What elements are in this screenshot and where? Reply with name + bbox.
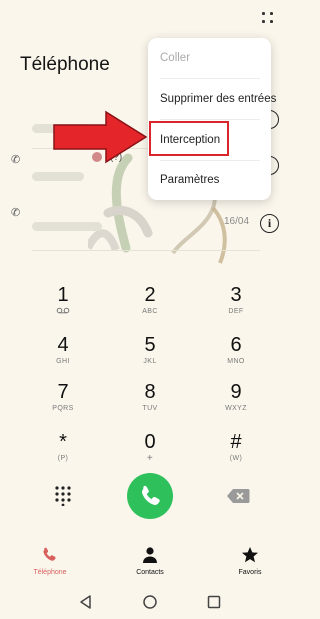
- key-digit: 2: [144, 284, 156, 306]
- key-letters: GHI: [56, 358, 70, 365]
- key-1[interactable]: 1: [31, 283, 95, 331]
- key-letters: JKL: [143, 358, 157, 365]
- system-recents-button[interactable]: [205, 593, 223, 611]
- key-digit: 0: [144, 431, 156, 453]
- key-0[interactable]: 0 +: [118, 430, 182, 478]
- red-arrow-icon: [53, 110, 148, 164]
- backspace-icon: [227, 489, 250, 503]
- key-6[interactable]: 6 MNO: [204, 333, 268, 381]
- key-3[interactable]: 3 DEF: [204, 283, 268, 331]
- info-icon[interactable]: i: [260, 214, 279, 233]
- recent-call-row[interactable]: ✆ i: [0, 200, 300, 244]
- key-7[interactable]: 7 PQRS: [31, 380, 95, 428]
- dialpad-icon: [55, 486, 71, 507]
- key-digit: 6: [230, 334, 242, 356]
- incoming-call-icon: ✆: [11, 154, 21, 166]
- key-letters: (P): [57, 455, 69, 462]
- key-digit: 4: [57, 334, 69, 356]
- dialpad-toggle-button[interactable]: [52, 484, 74, 507]
- key-letters: WXYZ: [225, 405, 247, 412]
- menu-item-coller[interactable]: Coller: [160, 38, 266, 78]
- system-home-button[interactable]: [141, 593, 159, 611]
- tab-telephone[interactable]: Téléphone: [15, 544, 85, 580]
- tab-contacts[interactable]: Contacts: [115, 544, 185, 580]
- contacts-icon: [143, 547, 157, 563]
- key-letters: (W): [229, 455, 243, 462]
- phone-icon: [43, 547, 56, 561]
- key-2[interactable]: 2 ABC: [118, 283, 182, 331]
- backspace-button[interactable]: [226, 488, 250, 504]
- key-digit: 3: [230, 284, 242, 306]
- phone-icon: [141, 485, 160, 506]
- key-4[interactable]: 4 GHI: [31, 333, 95, 381]
- key-digit: 9: [230, 381, 242, 403]
- tab-label: Favoris: [238, 569, 262, 576]
- key-letters: TUV: [142, 405, 158, 412]
- more-options-button[interactable]: [256, 8, 282, 30]
- menu-item-supprimer[interactable]: Supprimer des entrées: [160, 79, 276, 119]
- key-digit: *: [59, 431, 67, 453]
- home-circle-icon: [143, 595, 157, 609]
- tab-favoris[interactable]: Favoris: [215, 544, 285, 580]
- key-8[interactable]: 8 TUV: [118, 380, 182, 428]
- key-digit: 5: [144, 334, 156, 356]
- incoming-call-icon: ✆: [11, 207, 21, 219]
- key-letters: +: [146, 453, 154, 464]
- key-digit: 1: [57, 284, 69, 306]
- voicemail-icon: [31, 307, 95, 318]
- key-digit: 8: [144, 381, 156, 403]
- system-back-button[interactable]: [77, 593, 95, 611]
- page-title: Téléphone: [20, 54, 110, 75]
- menu-item-parametres[interactable]: Paramètres: [160, 160, 266, 200]
- recents-square-icon: [207, 595, 221, 609]
- key-letters: ABC: [142, 308, 158, 315]
- key-9[interactable]: 9 WXYZ: [204, 380, 268, 428]
- key-letters: DEF: [228, 308, 244, 315]
- overflow-menu: Coller Supprimer des entrées Interceptio…: [148, 38, 276, 200]
- tab-label: Téléphone: [33, 569, 67, 576]
- key-digit: 7: [57, 381, 69, 403]
- key-digit: #: [230, 431, 242, 453]
- key-star[interactable]: * (P): [31, 430, 95, 478]
- star-icon: [242, 547, 258, 563]
- key-letters: PQRS: [52, 405, 74, 412]
- key-letters: MNO: [227, 358, 245, 365]
- divider: [32, 250, 260, 251]
- highlight-box: [149, 121, 229, 156]
- back-triangle-icon: [80, 595, 91, 609]
- tab-label: Contacts: [136, 569, 164, 576]
- call-button[interactable]: [127, 473, 173, 519]
- call-date: 16/04: [224, 216, 250, 227]
- key-hash[interactable]: # (W): [204, 430, 268, 478]
- key-5[interactable]: 5 JKL: [118, 333, 182, 381]
